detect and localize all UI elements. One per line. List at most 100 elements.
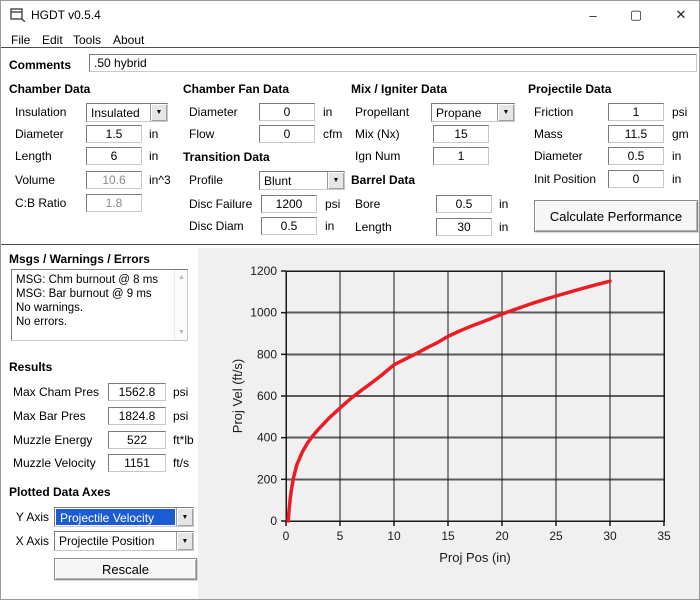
y-axis-label: Y Axis bbox=[9, 510, 49, 524]
chamber-diameter-label: Diameter bbox=[15, 127, 64, 141]
propellant-select[interactable]: Propane ▼ bbox=[431, 103, 515, 122]
init-position-unit: in bbox=[672, 172, 681, 186]
init-position-input[interactable] bbox=[608, 170, 664, 188]
svg-text:10: 10 bbox=[387, 529, 401, 543]
minimize-icon: – bbox=[589, 8, 596, 23]
init-position-label: Init Position bbox=[534, 172, 596, 186]
message-line[interactable]: MSG: Bar burnout @ 9 ms bbox=[12, 287, 187, 301]
comments-label: Comments bbox=[9, 58, 71, 72]
barrel-length-input[interactable] bbox=[436, 218, 492, 236]
svg-text:15: 15 bbox=[441, 529, 455, 543]
muzzle-energy-label: Muzzle Energy bbox=[13, 433, 92, 447]
max-bar-pres-unit: psi bbox=[173, 409, 188, 423]
svg-text:5: 5 bbox=[337, 529, 344, 543]
section-title-barrel-data: Barrel Data bbox=[351, 173, 415, 187]
muzzle-velocity-label: Muzzle Velocity bbox=[13, 456, 96, 470]
app-icon bbox=[10, 8, 25, 22]
maximize-button[interactable]: ▢ bbox=[618, 1, 654, 29]
disc-failure-label: Disc Failure bbox=[189, 197, 252, 211]
messages-section-title: Msgs / Warnings / Errors bbox=[9, 252, 150, 266]
max-cham-pres-label: Max Cham Pres bbox=[13, 385, 99, 399]
performance-chart: 02004006008001000120005101520253035Proj … bbox=[198, 248, 700, 600]
muzzle-velocity-field bbox=[108, 454, 166, 472]
velocity-vs-position-plot: 02004006008001000120005101520253035Proj … bbox=[198, 248, 700, 600]
scrollbar-down-icon[interactable]: ▼ bbox=[175, 326, 188, 339]
maximize-icon: ▢ bbox=[630, 7, 642, 23]
results-section-title: Results bbox=[9, 360, 52, 374]
insulation-select[interactable]: Insulated ▼ bbox=[86, 103, 168, 122]
svg-text:0: 0 bbox=[270, 514, 277, 528]
svg-text:35: 35 bbox=[657, 529, 671, 543]
svg-text:25: 25 bbox=[549, 529, 563, 543]
disc-failure-input[interactable] bbox=[261, 195, 317, 213]
profile-select[interactable]: Blunt ▼ bbox=[259, 171, 345, 190]
bore-input[interactable] bbox=[436, 195, 492, 213]
chamber-length-label: Length bbox=[15, 149, 52, 163]
proj-diameter-unit: in bbox=[672, 149, 681, 163]
vertical-scrollbar[interactable]: ▲ ▼ bbox=[174, 270, 187, 340]
muzzle-velocity-unit: ft/s bbox=[173, 456, 189, 470]
chamber-volume-label: Volume bbox=[15, 173, 55, 187]
dropdown-arrow-icon: ▼ bbox=[497, 104, 514, 121]
calculate-performance-button[interactable]: Calculate Performance bbox=[534, 200, 698, 232]
insulation-label: Insulation bbox=[15, 105, 66, 119]
ign-num-input[interactable] bbox=[433, 147, 489, 165]
friction-unit: psi bbox=[672, 105, 687, 119]
section-title-projectile-data: Projectile Data bbox=[528, 82, 611, 96]
mass-unit: gm bbox=[672, 127, 689, 141]
chamber-diameter-input[interactable] bbox=[86, 125, 142, 143]
max-cham-pres-unit: psi bbox=[173, 385, 188, 399]
comments-input[interactable] bbox=[89, 54, 697, 72]
svg-text:800: 800 bbox=[257, 347, 277, 361]
friction-input[interactable] bbox=[608, 103, 664, 121]
message-line[interactable]: No warnings. bbox=[12, 301, 187, 315]
svg-text:0: 0 bbox=[283, 529, 290, 543]
scrollbar-up-icon[interactable]: ▲ bbox=[175, 271, 188, 284]
svg-text:20: 20 bbox=[495, 529, 509, 543]
fan-flow-label: Flow bbox=[189, 127, 214, 141]
message-line[interactable]: No errors. bbox=[12, 315, 187, 329]
dropdown-arrow-icon: ▼ bbox=[176, 508, 193, 526]
propellant-label: Propellant bbox=[355, 105, 409, 119]
disc-failure-unit: psi bbox=[325, 197, 340, 211]
rescale-button[interactable]: Rescale bbox=[54, 558, 197, 580]
disc-diam-unit: in bbox=[325, 219, 334, 233]
mix-nx-input[interactable] bbox=[433, 125, 489, 143]
svg-text:200: 200 bbox=[257, 472, 277, 486]
svg-text:600: 600 bbox=[257, 389, 277, 403]
minimize-button[interactable]: – bbox=[575, 1, 611, 29]
dropdown-arrow-icon: ▼ bbox=[327, 172, 344, 189]
menu-bar: File Edit Tools About bbox=[1, 29, 699, 48]
fan-diameter-label: Diameter bbox=[189, 105, 238, 119]
x-axis-label: X Axis bbox=[9, 534, 49, 548]
fan-flow-input[interactable] bbox=[259, 125, 315, 143]
y-axis-select[interactable]: Projectile Velocity ▼ bbox=[54, 507, 194, 527]
section-title-chamber-data: Chamber Data bbox=[9, 82, 90, 96]
plotted-axes-section-title: Plotted Data Axes bbox=[9, 485, 111, 499]
disc-diam-input[interactable] bbox=[261, 217, 317, 235]
chamber-length-unit: in bbox=[149, 149, 158, 163]
proj-diameter-input[interactable] bbox=[608, 147, 664, 165]
proj-diameter-label: Diameter bbox=[534, 149, 583, 163]
muzzle-energy-field bbox=[108, 431, 166, 449]
profile-label: Profile bbox=[189, 173, 223, 187]
close-icon: ✕ bbox=[676, 7, 687, 23]
messages-listbox[interactable]: MSG: Chm burnout @ 8 ms MSG: Bar burnout… bbox=[11, 269, 188, 341]
fan-diameter-input[interactable] bbox=[259, 103, 315, 121]
chamber-volume-unit: in^3 bbox=[149, 173, 171, 187]
barrel-length-unit: in bbox=[499, 220, 508, 234]
divider bbox=[1, 244, 700, 246]
title-bar: HGDT v0.5.4 – ▢ ✕ bbox=[1, 1, 699, 29]
mass-input[interactable] bbox=[608, 125, 664, 143]
app-window: HGDT v0.5.4 – ▢ ✕ File Edit Tools About … bbox=[0, 0, 700, 600]
bore-unit: in bbox=[499, 197, 508, 211]
message-line[interactable]: MSG: Chm burnout @ 8 ms bbox=[12, 273, 187, 287]
x-axis-select[interactable]: Projectile Position ▼ bbox=[54, 531, 194, 551]
fan-flow-unit: cfm bbox=[323, 127, 342, 141]
dropdown-arrow-icon: ▼ bbox=[150, 104, 167, 121]
chamber-length-input[interactable] bbox=[86, 147, 142, 165]
cb-ratio-label: C:B Ratio bbox=[15, 196, 66, 210]
window-title: HGDT v0.5.4 bbox=[31, 8, 101, 22]
mix-nx-label: Mix (Nx) bbox=[355, 127, 400, 141]
close-button[interactable]: ✕ bbox=[663, 1, 699, 29]
